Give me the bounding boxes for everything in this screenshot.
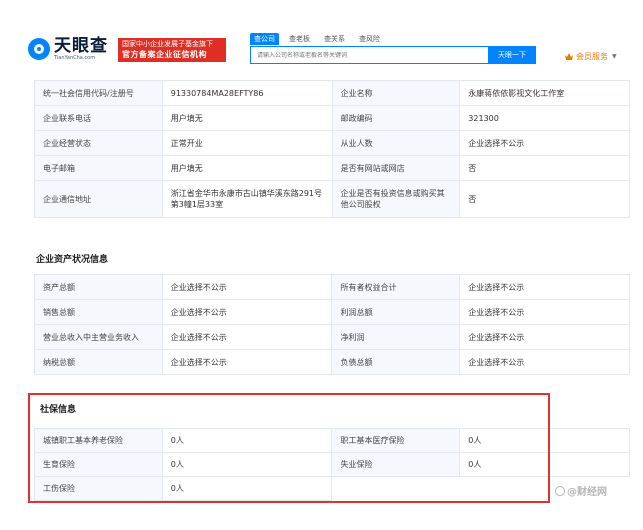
field-value: 用户填无	[161, 105, 333, 131]
logo-eye-icon	[28, 38, 50, 60]
field-label: 营业总收入中主营业务收入	[34, 324, 163, 350]
field-value: 用户填无	[161, 155, 333, 181]
field-label: 统一社会信用代码/注册号	[34, 80, 163, 106]
field-label: 企业联系电话	[34, 105, 163, 131]
weibo-icon	[555, 485, 565, 496]
caijing-watermark: @财经网	[555, 483, 607, 498]
field-value: 否	[459, 155, 630, 181]
field-value: 企业选择不公示	[161, 324, 333, 350]
tianyancha-logo[interactable]: 天眼查 TianYanCha.com	[28, 37, 108, 61]
table-row: 营业总收入中主营业务收入 企业选择不公示 净利润 企业选择不公示	[34, 324, 630, 350]
vip-label: 会员服务	[576, 52, 608, 61]
field-value: 企业选择不公示	[459, 299, 630, 325]
field-label: 从业人数	[331, 130, 461, 156]
asset-table: 资产总额 企业选择不公示 所有者权益合计 企业选择不公示 销售总额 企业选择不公…	[34, 274, 630, 375]
logo-domain: TianYanCha.com	[54, 55, 96, 61]
field-value: 企业选择不公示	[161, 274, 333, 300]
field-value: 正常开业	[161, 130, 333, 156]
table-row: 资产总额 企业选择不公示 所有者权益合计 企业选择不公示	[34, 274, 630, 300]
tab-risk[interactable]: 查风险	[355, 33, 384, 45]
chevron-down-icon: ▼	[612, 53, 617, 60]
field-label: 是否有网站或网店	[331, 155, 461, 181]
field-value: 永康蒋依依影视文化工作室	[459, 80, 630, 106]
table-row: 纳税总额 企业选择不公示 负债总额 企业选择不公示	[34, 349, 630, 375]
search-button[interactable]: 天眼一下	[488, 46, 536, 64]
field-label: 净利润	[331, 324, 461, 350]
field-value: 企业选择不公示	[161, 349, 333, 375]
vip-service-link[interactable]: 会员服务 ▼	[565, 51, 617, 62]
table-row: 企业联系电话 用户填无 邮政编码 321300	[34, 105, 630, 131]
field-value: 91330784MA28EFTY86	[161, 80, 333, 106]
field-label: 企业名称	[331, 80, 461, 106]
field-label: 负债总额	[331, 349, 461, 375]
badge-line1: 国家中小企业发展子基金旗下	[122, 40, 213, 48]
field-value: 企业选择不公示	[459, 349, 630, 375]
field-label: 纳税总额	[34, 349, 163, 375]
field-label: 所有者权益合计	[331, 274, 461, 300]
field-label: 电子邮箱	[34, 155, 163, 181]
table-row: 统一社会信用代码/注册号 91330784MA28EFTY86 企业名称 永康蒋…	[34, 80, 630, 106]
site-header: 天眼查 TianYanCha.com 国家中小企业发展子基金旗下 官方备案企业征…	[0, 0, 643, 74]
field-label: 邮政编码	[331, 105, 461, 131]
field-label: 销售总额	[34, 299, 163, 325]
table-row: 企业通信地址 浙江省金华市永康市古山镇华溪东路291号第3幢1层33室 企业是否…	[34, 180, 630, 218]
social-highlight-box	[28, 393, 550, 503]
search-tabs: 查公司 查老板 查关系 查风险	[250, 33, 384, 45]
field-value: 企业选择不公示	[161, 299, 333, 325]
field-value: 浙江省金华市永康市古山镇华溪东路291号第3幢1层33室	[161, 180, 333, 218]
field-value: 321300	[459, 105, 630, 131]
field-label: 企业通信地址	[34, 180, 163, 218]
official-badge: 国家中小企业发展子基金旗下 官方备案企业征信机构	[118, 38, 226, 62]
field-label: 企业是否有投资信息或购买其他公司股权	[331, 180, 461, 218]
field-label: 利润总额	[331, 299, 461, 325]
field-label: 企业经营状态	[34, 130, 163, 156]
basic-info-table: 统一社会信用代码/注册号 91330784MA28EFTY86 企业名称 永康蒋…	[34, 80, 630, 218]
table-row: 销售总额 企业选择不公示 利润总额 企业选择不公示	[34, 299, 630, 325]
tab-boss[interactable]: 查老板	[285, 33, 314, 45]
field-value: 企业选择不公示	[459, 274, 630, 300]
crown-icon	[565, 53, 573, 60]
badge-line2: 官方备案企业征信机构	[122, 50, 207, 59]
table-row: 企业经营状态 正常开业 从业人数 企业选择不公示	[34, 130, 630, 156]
search-box	[250, 46, 490, 64]
field-value: 企业选择不公示	[459, 324, 630, 350]
tab-relation[interactable]: 查关系	[320, 33, 349, 45]
field-value: 否	[459, 180, 630, 218]
asset-section-title: 企业资产状况信息	[36, 255, 109, 265]
watermark-text: @财经网	[567, 487, 607, 498]
tab-company[interactable]: 查公司	[250, 33, 279, 45]
table-row: 电子邮箱 用户填无 是否有网站或网店 否	[34, 155, 630, 181]
field-label: 资产总额	[34, 274, 163, 300]
logo-text: 天眼查	[54, 36, 108, 56]
search-input[interactable]	[251, 51, 489, 59]
field-value: 企业选择不公示	[459, 130, 630, 156]
